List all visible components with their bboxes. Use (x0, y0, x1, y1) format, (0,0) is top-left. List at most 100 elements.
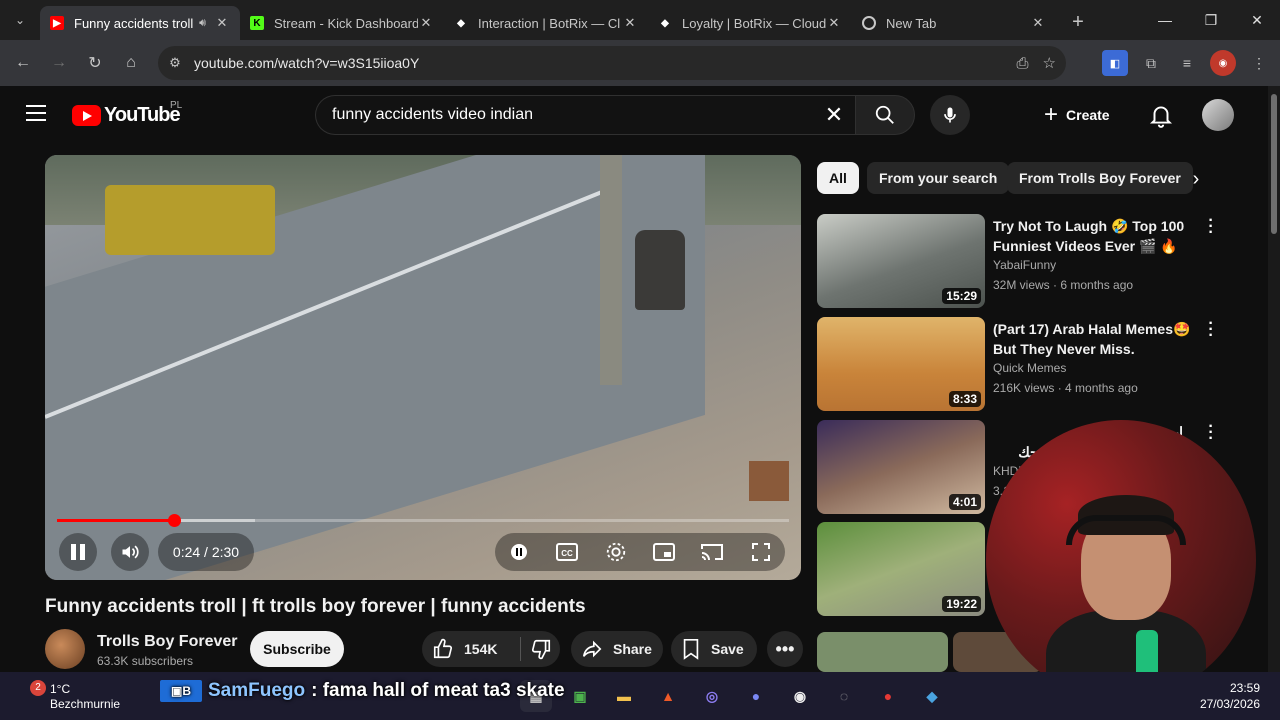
close-window-icon[interactable]: ✕ (1234, 0, 1280, 40)
store-icon[interactable]: ▣ (564, 680, 596, 712)
address-bar[interactable]: ⚙ youtube.com/watch?v=w3S15iioa0Y ⎙ ☆ (158, 46, 1066, 80)
channel-name[interactable]: Trolls Boy Forever (97, 633, 238, 651)
save-button[interactable]: Save (671, 631, 757, 667)
duration-badge: 8:33 (948, 391, 981, 407)
recommendation-channel[interactable]: YabaiFunny (993, 258, 1056, 272)
chip-from-channel[interactable]: From Trolls Boy Forever (1007, 162, 1193, 194)
chrome-favicon-icon (862, 16, 876, 30)
search-box[interactable]: funny accidents video indian ✕ (315, 95, 855, 135)
streamlabs-icon[interactable]: ◌ (828, 680, 860, 712)
tab-search-button[interactable]: ⌄ (6, 6, 34, 34)
menu-kebab-icon[interactable]: ⋮ (1246, 50, 1272, 76)
video-thumbnail[interactable] (817, 632, 948, 672)
recommendation-channel[interactable]: Quick Memes (993, 361, 1066, 375)
brave-browser-icon[interactable]: ▲ (652, 680, 684, 712)
tab-close-icon[interactable]: ✕ (418, 15, 434, 31)
more-vertical-icon[interactable]: · · · (1205, 213, 1217, 241)
pause-button[interactable] (59, 533, 97, 571)
recommendation-item[interactable]: 8:33 (Part 17) Arab Halal Memes🤩 But The… (817, 316, 1227, 411)
country-code: PL (170, 100, 183, 111)
chrome-icon[interactable]: ◉ (784, 680, 816, 712)
blue-app-icon[interactable]: ◆ (916, 680, 948, 712)
account-avatar[interactable] (1202, 99, 1234, 131)
hamburger-menu-icon[interactable] (26, 105, 46, 126)
autoplay-toggle-icon[interactable] (504, 537, 534, 567)
scrollbar-thumb[interactable] (1271, 94, 1277, 234)
speaker-icon[interactable]: 🔊︎ (199, 17, 206, 30)
weather-widget[interactable]: 2 1°C Bezchmurnie (28, 680, 138, 712)
progress-bar[interactable] (57, 514, 789, 527)
youtube-logo-text: YouTube (104, 104, 181, 126)
extension-icon[interactable]: ◧ (1102, 50, 1128, 76)
tab-botrix-loyalty[interactable]: ◆ Loyalty | BotRix — Cloud ✕ (648, 6, 852, 40)
media-controls-icon[interactable]: ≡ (1174, 50, 1200, 76)
channel-avatar[interactable] (45, 629, 85, 669)
search-button[interactable] (855, 95, 915, 135)
settings-gear-icon[interactable] (601, 537, 631, 567)
more-horizontal-icon: ••• (775, 638, 795, 659)
more-vertical-icon[interactable]: · · · (1205, 316, 1217, 344)
url-text[interactable]: youtube.com/watch?v=w3S15iioa0Y (194, 55, 419, 71)
red-app-icon[interactable]: ● (872, 680, 904, 712)
extensions-puzzle-icon[interactable]: ⧉ (1138, 50, 1164, 76)
recommendation-title[interactable]: Try Not To Laugh 🤣 Top 100 Funniest Vide… (993, 216, 1193, 256)
profile-icon[interactable]: ◉ (1210, 50, 1236, 76)
chevron-right-icon[interactable]: › (1185, 168, 1207, 190)
recommendation-item[interactable]: 15:29 Try Not To Laugh 🤣 Top 100 Funnies… (817, 213, 1227, 308)
tab-kick[interactable]: K Stream - Kick Dashboard ✕ (240, 6, 444, 40)
youtube-logo[interactable]: YouTube PL (72, 100, 182, 127)
tab-close-icon[interactable]: ✕ (622, 15, 638, 31)
voice-search-button[interactable] (930, 95, 970, 135)
forward-button[interactable]: → (42, 46, 76, 80)
video-thumbnail[interactable]: 4:01 (817, 420, 985, 514)
install-app-icon[interactable]: ⎙ (1017, 55, 1029, 72)
subscribe-button[interactable]: Subscribe (250, 631, 344, 667)
chip-all[interactable]: All (817, 162, 859, 194)
create-button[interactable]: + Create (1044, 101, 1110, 129)
notifications-bell-icon[interactable] (1148, 102, 1174, 128)
minimize-icon[interactable]: — (1142, 0, 1188, 40)
more-vertical-icon[interactable]: · · · (1205, 419, 1217, 447)
save-label: Save (711, 641, 744, 657)
clear-search-icon[interactable]: ✕ (821, 102, 847, 128)
video-thumbnail[interactable]: 19:22 (817, 522, 985, 616)
chip-from-your-search[interactable]: From your search (867, 162, 1010, 194)
page-scrollbar[interactable] (1268, 86, 1280, 672)
reload-button[interactable]: ↻ (78, 46, 112, 80)
tab-botrix-interaction[interactable]: ◆ Interaction | BotRix — Cl ✕ (444, 6, 648, 40)
new-tab-button[interactable]: + (1064, 8, 1092, 36)
site-info-icon[interactable]: ⚙ (160, 55, 190, 71)
restore-icon[interactable]: ❐ (1188, 0, 1234, 40)
file-explorer-icon[interactable]: ▬ (608, 680, 640, 712)
tab-close-icon[interactable]: ✕ (826, 15, 842, 31)
fullscreen-icon[interactable] (746, 537, 776, 567)
search-input[interactable]: funny accidents video indian (332, 106, 533, 124)
like-button[interactable]: 154K (422, 638, 520, 660)
home-button[interactable]: ⌂ (114, 46, 148, 80)
volume-button[interactable] (111, 533, 149, 571)
streamer-webcam-overlay (986, 420, 1256, 700)
duration-badge: 4:01 (948, 494, 981, 510)
tab-close-icon[interactable]: ✕ (1030, 15, 1046, 31)
more-actions-button[interactable]: ••• (767, 631, 803, 667)
miniplayer-icon[interactable] (649, 537, 679, 567)
bookmark-star-icon[interactable]: ☆ (1043, 54, 1056, 72)
video-thumbnail[interactable]: 15:29 (817, 214, 985, 308)
dislike-button[interactable] (520, 637, 560, 661)
captions-icon[interactable]: CC (552, 537, 582, 567)
tab-close-icon[interactable]: ✕ (214, 15, 230, 31)
tab-new-tab[interactable]: New Tab ✕ (852, 6, 1056, 40)
discord-icon[interactable]: ● (740, 680, 772, 712)
recommendation-title[interactable]: (Part 17) Arab Halal Memes🤩 But They Nev… (993, 319, 1193, 359)
system-clock[interactable]: 23:59 27/03/2026 (1200, 680, 1260, 712)
obs-icon[interactable]: ◎ (696, 680, 728, 712)
tab-youtube[interactable]: ▶ Funny accidents troll 🔊︎ ✕ (40, 6, 240, 40)
share-button[interactable]: Share (571, 631, 663, 667)
video-player[interactable]: 0:24 / 2:30 CC (45, 155, 801, 580)
cast-icon[interactable] (697, 537, 727, 567)
video-thumbnail[interactable]: 8:33 (817, 317, 985, 411)
back-button[interactable]: ← (6, 46, 40, 80)
tab-title: New Tab (886, 15, 937, 31)
volume-icon (122, 545, 139, 559)
share-icon (582, 640, 602, 658)
